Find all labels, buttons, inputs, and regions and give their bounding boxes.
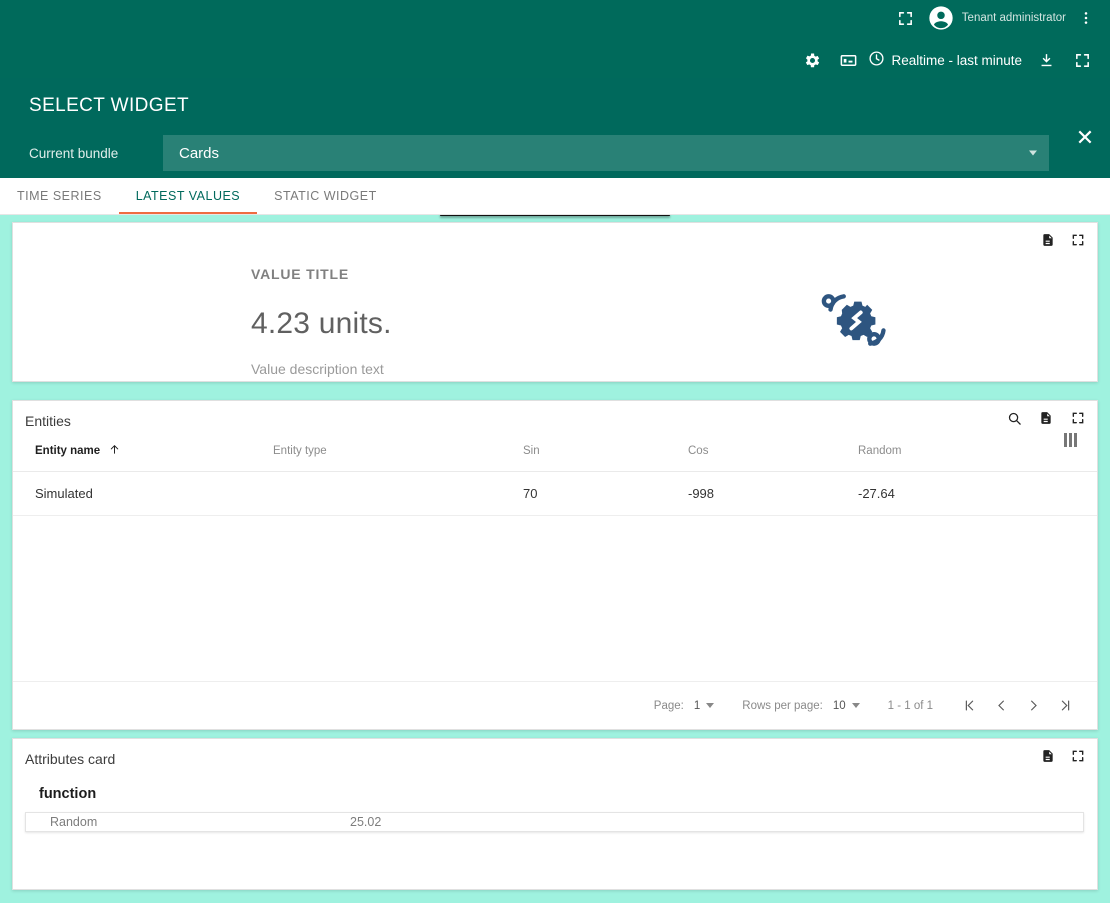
page-range-label: 1 - 1 of 1 (887, 699, 933, 712)
search-icon[interactable] (1003, 407, 1025, 429)
app-root: Tenant administrator Realtime - last min… (0, 0, 1110, 903)
column-header-random[interactable]: Random (858, 431, 1097, 472)
attribute-row[interactable]: Random 25.02 (25, 812, 1084, 832)
export-document-icon[interactable] (1037, 229, 1059, 251)
rows-per-page-select[interactable]: 10 (833, 700, 860, 712)
value-card-value: 4.23 units. (251, 307, 392, 340)
fullscreen-icon[interactable] (1064, 42, 1100, 78)
gear-network-icon (819, 285, 895, 355)
fullscreen-icon[interactable] (1067, 407, 1089, 429)
entities-table: Entity name Entity type Sin Cos Random S… (13, 431, 1097, 516)
column-header-label: Sin (523, 444, 540, 457)
export-document-icon[interactable] (1037, 745, 1059, 767)
select-widget-dialog-header: SELECT WIDGET ✕ Current bundle Cards (0, 78, 1110, 178)
gear-icon[interactable] (794, 42, 830, 78)
page-label: Page: (653, 699, 684, 712)
clock-icon (868, 50, 885, 70)
table-header-row: Entity name Entity type Sin Cos Random (13, 431, 1097, 472)
next-page-icon[interactable] (1017, 690, 1049, 722)
rows-per-page-label: Rows per page: (742, 699, 823, 712)
column-header-label: Entity name (35, 444, 101, 457)
column-header-entity-name[interactable]: Entity name (13, 431, 273, 472)
widget-type-tabs: TIME SERIES LATEST VALUES STATIC WIDGET (0, 178, 1110, 215)
timewindow-label: Realtime - last minute (891, 52, 1022, 68)
dashboard-toolbar: Realtime - last minute (794, 40, 1110, 80)
bundle-label: Current bundle (29, 145, 119, 161)
widget-list[interactable]: VALUE TITLE 4.23 units. Value descriptio… (0, 206, 1110, 903)
tab-latest-values[interactable]: LATEST VALUES (118, 177, 258, 214)
column-header-label: Cos (688, 444, 709, 457)
page-title: SELECT WIDGET (29, 95, 190, 116)
chevron-down-icon (1029, 150, 1037, 156)
value-card-description: Value description text (251, 361, 384, 377)
attributes-card-actions (1037, 745, 1089, 767)
timewindow-button[interactable]: Realtime - last minute (866, 50, 1028, 70)
cell-entity-name: Simulated (13, 471, 273, 516)
chevron-down-icon (706, 703, 715, 708)
bundle-selector-row: Current bundle Cards (29, 133, 1049, 173)
sort-ascending-arrow-icon (108, 443, 121, 459)
attribute-key: Random (50, 815, 98, 829)
previous-page-icon[interactable] (985, 690, 1017, 722)
widget-card-value[interactable]: VALUE TITLE 4.23 units. Value descriptio… (12, 222, 1098, 382)
fullscreen-icon[interactable] (888, 0, 924, 36)
export-document-icon[interactable] (1035, 407, 1057, 429)
last-page-icon[interactable] (1049, 690, 1081, 722)
table-row[interactable]: Simulated 70 -998 -27.64 (13, 471, 1097, 516)
column-header-cos[interactable]: Cos (688, 431, 858, 472)
user-name-label: Tenant administrator (961, 12, 1066, 24)
value-card-title: VALUE TITLE (251, 266, 349, 282)
column-header-label: Random (858, 444, 902, 457)
dashboard-devices-icon[interactable] (830, 42, 866, 78)
page-select-value: 1 (693, 699, 701, 712)
column-header-sin[interactable]: Sin (523, 431, 688, 472)
fullscreen-icon[interactable] (1067, 745, 1089, 767)
bundle-select[interactable]: Cards (163, 135, 1049, 171)
widget-card-attributes[interactable]: Attributes card function Random 25.02 (12, 738, 1098, 890)
top-app-bar: Tenant administrator Realtime - last min… (0, 0, 1110, 84)
entities-card-title: Entities (25, 413, 71, 429)
value-card-actions (1037, 229, 1089, 251)
top-bar-user-row: Tenant administrator (888, 0, 1110, 36)
table-paginator: Page: 1 Rows per page: 10 1 - 1 of 1 (13, 681, 1097, 729)
cell-cos: -998 (688, 471, 858, 516)
rows-per-page-value: 10 (832, 699, 846, 712)
attributes-card-title: Attributes card (25, 751, 116, 767)
first-page-icon[interactable] (953, 690, 985, 722)
chevron-down-icon (851, 703, 860, 708)
close-icon[interactable]: ✕ (1065, 118, 1105, 158)
page-select[interactable]: 1 (693, 699, 715, 712)
account-circle-icon[interactable] (924, 1, 958, 35)
column-header-label: Entity type (273, 444, 327, 457)
widget-card-entities[interactable]: Entities Entity name Entity type Sin Cos… (12, 400, 1098, 730)
tab-time-series[interactable]: TIME SERIES (0, 177, 119, 214)
cell-sin: 70 (523, 471, 688, 516)
bundle-select-value: Cards (179, 144, 220, 162)
tab-static-widget[interactable]: STATIC WIDGET (257, 177, 394, 214)
download-icon[interactable] (1028, 42, 1064, 78)
cell-random: -27.64 (858, 471, 1097, 516)
column-header-entity-type[interactable]: Entity type (273, 431, 523, 472)
attributes-section-label: function (39, 786, 97, 802)
cell-entity-type (273, 471, 523, 516)
attribute-value: 25.02 (350, 815, 382, 829)
entities-card-actions (1003, 407, 1089, 429)
more-vert-icon[interactable] (1068, 0, 1104, 36)
fullscreen-icon[interactable] (1067, 229, 1089, 251)
